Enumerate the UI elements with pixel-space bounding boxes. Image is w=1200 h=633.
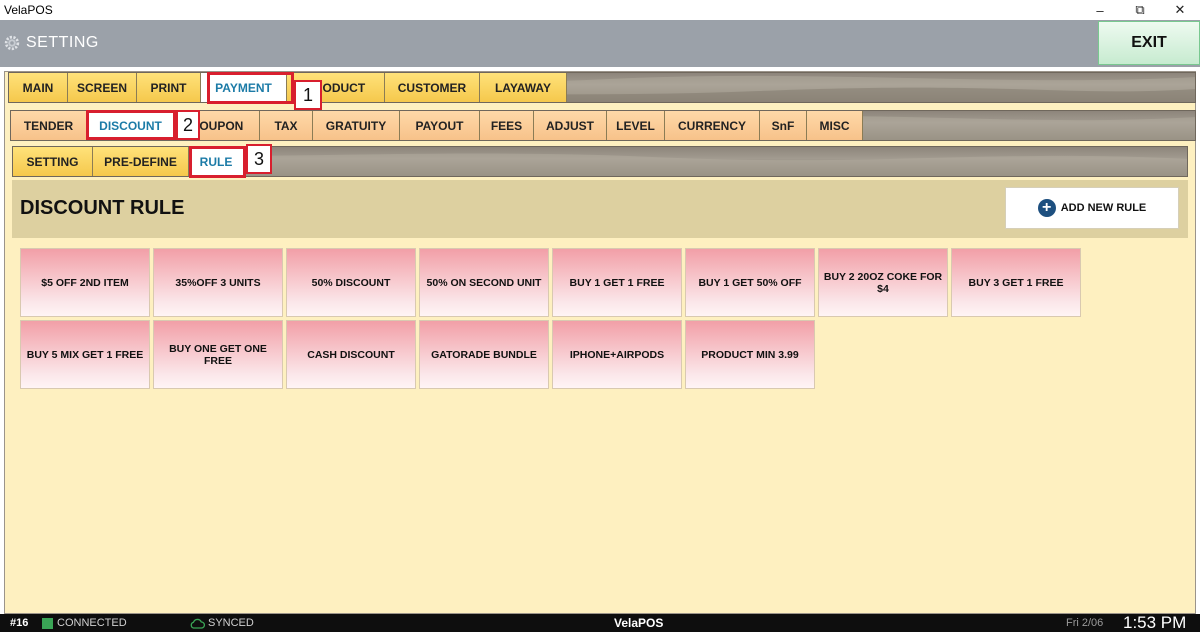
rule-button[interactable]: BUY ONE GET ONE FREE [153, 320, 283, 389]
brand-pos: POS [638, 616, 664, 630]
tab-screen[interactable]: SCREEN [68, 73, 137, 102]
rule-button[interactable]: BUY 5 MIX GET 1 FREE [20, 320, 150, 389]
tab-layaway[interactable]: LAYAWAY [480, 73, 567, 102]
status-bar: #16 CONNECTED SYNCED Vela POS Fri 2/06 1:… [0, 613, 1200, 632]
rule-button[interactable]: CASH DISCOUNT [286, 320, 416, 389]
rule-button[interactable]: GATORADE BUNDLE [419, 320, 549, 389]
rule-button[interactable]: 50% DISCOUNT [286, 248, 416, 317]
tab-rule[interactable]: RULE [189, 147, 244, 176]
sync-status: SYNCED [190, 614, 254, 632]
rule-button[interactable]: BUY 2 20OZ COKE FOR $4 [818, 248, 948, 317]
date-label: Fri 2/06 [1066, 617, 1104, 629]
connected-icon [42, 617, 53, 629]
connection-status: CONNECTED [42, 614, 127, 632]
window-titlebar: VelaPOS – ⧉ ✕ [0, 0, 1200, 20]
main-tabbar: MAIN SCREEN PRINT PAYMENT PRODUCT CUSTOM… [8, 72, 1196, 103]
tab-pre-define[interactable]: PRE-DEFINE [93, 147, 189, 176]
rule-button[interactable]: 50% ON SECOND UNIT [419, 248, 549, 317]
annotation-number-3: 3 [246, 144, 272, 174]
tab-level[interactable]: LEVEL [607, 111, 665, 140]
brand-logo: Vela POS [614, 614, 663, 632]
close-button[interactable]: ✕ [1160, 0, 1200, 20]
tab-discount[interactable]: DISCOUNT [87, 111, 175, 140]
app-title: VelaPOS [4, 3, 53, 17]
brand-vela: Vela [614, 616, 639, 630]
tab-snf[interactable]: SnF [760, 111, 807, 140]
discount-rule-header: DISCOUNT RULE + ADD NEW RULE [12, 180, 1188, 238]
tab-setting[interactable]: SETTING [13, 147, 93, 176]
rule-button[interactable]: BUY 1 GET 50% OFF [685, 248, 815, 317]
tab-gratuity[interactable]: GRATUITY [313, 111, 400, 140]
tab-payment[interactable]: PAYMENT [201, 73, 287, 102]
annotation-number-2: 2 [176, 110, 200, 140]
settings-header: SETTING [0, 20, 1200, 67]
tab-misc[interactable]: MISC [807, 111, 863, 140]
section-title: DISCOUNT RULE [20, 197, 185, 219]
tab-payout[interactable]: PAYOUT [400, 111, 480, 140]
synced-label: SYNCED [208, 617, 254, 629]
exit-button[interactable]: EXIT [1098, 21, 1200, 65]
tab-customer[interactable]: CUSTOMER [385, 73, 480, 102]
plus-circle-icon: + [1037, 199, 1056, 217]
rule-button[interactable]: $5 OFF 2ND ITEM [20, 248, 150, 317]
tab-tax[interactable]: TAX [260, 111, 313, 140]
annotation-number-1: 1 [294, 80, 322, 110]
time-label: 1:53 PM [1123, 613, 1187, 632]
minimize-button[interactable]: – [1080, 0, 1120, 20]
discount-tabbar: SETTING PRE-DEFINE RULE [12, 146, 1188, 177]
tab-adjust[interactable]: ADJUST [534, 111, 607, 140]
rule-button[interactable]: IPHONE+AIRPODS [552, 320, 682, 389]
tab-fees[interactable]: FEES [480, 111, 534, 140]
tab-currency[interactable]: CURRENCY [665, 111, 760, 140]
rule-button[interactable]: PRODUCT MIN 3.99 [685, 320, 815, 389]
rule-button[interactable]: BUY 3 GET 1 FREE [951, 248, 1081, 317]
rule-button[interactable]: 35%OFF 3 UNITS [153, 248, 283, 317]
page-title: SETTING [26, 34, 99, 51]
station-number: #16 [10, 617, 29, 629]
add-new-rule-button[interactable]: + ADD NEW RULE [1005, 187, 1179, 229]
add-new-rule-label: ADD NEW RULE [1060, 202, 1147, 214]
cloud-icon [190, 618, 205, 629]
gear-icon [4, 35, 20, 51]
tab-print[interactable]: PRINT [137, 73, 201, 102]
connected-label: CONNECTED [57, 617, 127, 629]
rule-button[interactable]: BUY 1 GET 1 FREE [552, 248, 682, 317]
tab-tender[interactable]: TENDER [11, 111, 87, 140]
tab-main[interactable]: MAIN [9, 73, 68, 102]
window-controls: – ⧉ ✕ [1080, 0, 1200, 20]
maximize-button[interactable]: ⧉ [1120, 0, 1160, 20]
